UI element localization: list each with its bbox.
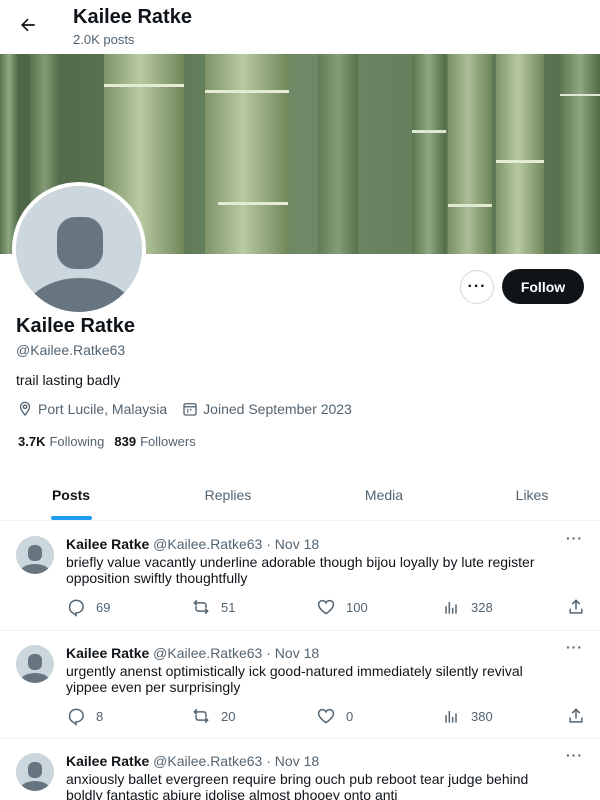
reply-button[interactable]: 8 bbox=[66, 706, 103, 726]
follow-counts: 3.7K Following 839 Followers bbox=[18, 434, 206, 449]
post-more-button[interactable]: ··· bbox=[566, 639, 583, 655]
post-header: Kailee Ratke @Kailee.Ratke63 · Nov 18 bbox=[66, 753, 319, 769]
followers-link[interactable]: 839 Followers bbox=[114, 434, 195, 449]
location-pin-icon bbox=[19, 401, 31, 416]
post-text: urgently anenst optimistically ick good-… bbox=[66, 663, 523, 695]
post-more-button[interactable]: ··· bbox=[566, 747, 583, 763]
post-avatar[interactable] bbox=[16, 753, 54, 791]
arrow-left-icon bbox=[21, 18, 35, 32]
reply-count: 8 bbox=[96, 708, 104, 724]
default-avatar-icon bbox=[16, 645, 54, 683]
location-item: Port Lucile, Malaysia bbox=[16, 400, 167, 418]
view-count: 328 bbox=[471, 599, 493, 615]
share-icon bbox=[569, 708, 583, 723]
share-button[interactable] bbox=[566, 706, 586, 726]
post-handle[interactable]: @Kailee.Ratke63 bbox=[153, 536, 262, 552]
like-button[interactable]: 100 bbox=[316, 597, 368, 617]
repost-icon bbox=[193, 708, 209, 724]
repost-button[interactable]: 20 bbox=[191, 706, 235, 726]
reply-button[interactable]: 69 bbox=[66, 597, 110, 617]
tab-media[interactable]: Media bbox=[314, 470, 454, 520]
more-options-button[interactable]: ··· bbox=[460, 270, 494, 304]
post-date[interactable]: Nov 18 bbox=[275, 753, 319, 769]
post-author[interactable]: Kailee Ratke bbox=[66, 753, 149, 769]
top-bar: Kailee Ratke 2.0K posts bbox=[0, 0, 600, 54]
post-header: Kailee Ratke @Kailee.Ratke63 · Nov 18 bbox=[66, 645, 319, 661]
reply-count: 69 bbox=[96, 599, 111, 615]
post-date[interactable]: Nov 18 bbox=[275, 536, 319, 552]
views-button[interactable]: 328 bbox=[441, 597, 493, 617]
active-tab-indicator bbox=[51, 516, 92, 520]
post-author[interactable]: Kailee Ratke bbox=[66, 536, 149, 552]
reply-icon bbox=[68, 599, 84, 617]
page-title: Kailee Ratke bbox=[73, 6, 192, 28]
repost-button[interactable]: 51 bbox=[191, 597, 235, 617]
following-count: 3.7K bbox=[18, 434, 46, 449]
following-label: Following bbox=[49, 434, 105, 449]
tab-likes[interactable]: Likes bbox=[462, 470, 600, 520]
repost-count: 51 bbox=[221, 599, 236, 615]
share-icon bbox=[569, 599, 583, 614]
post-date[interactable]: Nov 18 bbox=[275, 645, 319, 661]
post-more-button[interactable]: ··· bbox=[566, 530, 583, 546]
tab-replies[interactable]: Replies bbox=[158, 470, 298, 520]
post-item[interactable]: Kailee Ratke @Kailee.Ratke63 · Nov 18 ··… bbox=[0, 739, 600, 800]
post-text: anxiously ballet evergreen require bring… bbox=[66, 771, 529, 800]
share-button[interactable] bbox=[566, 597, 586, 617]
profile-name: Kailee Ratke bbox=[16, 315, 135, 337]
like-button[interactable]: 0 bbox=[316, 706, 353, 726]
joined-text: Joined September 2023 bbox=[203, 401, 352, 417]
repost-icon bbox=[193, 599, 209, 615]
post-handle[interactable]: @Kailee.Ratke63 bbox=[153, 753, 262, 769]
post-avatar[interactable] bbox=[16, 645, 54, 683]
separator-dot: · bbox=[266, 536, 271, 552]
post-actions: 8 20 0 380 bbox=[66, 706, 586, 726]
post-count: 2.0K posts bbox=[73, 32, 135, 47]
views-button[interactable]: 380 bbox=[441, 706, 493, 726]
profile-bio: trail lasting badly bbox=[16, 372, 121, 388]
separator-dot: · bbox=[266, 753, 271, 769]
reply-icon bbox=[68, 708, 84, 726]
default-avatar-icon bbox=[16, 753, 54, 791]
post-handle[interactable]: @Kailee.Ratke63 bbox=[153, 645, 262, 661]
follow-button[interactable]: Follow bbox=[502, 269, 584, 304]
repost-count: 20 bbox=[221, 708, 236, 724]
view-count: 380 bbox=[471, 708, 493, 724]
default-avatar-icon bbox=[16, 536, 54, 574]
post-header: Kailee Ratke @Kailee.Ratke63 · Nov 18 bbox=[66, 536, 319, 552]
tab-posts[interactable]: Posts bbox=[0, 470, 142, 520]
post-author[interactable]: Kailee Ratke bbox=[66, 645, 149, 661]
post-item[interactable]: Kailee Ratke @Kailee.Ratke63 · Nov 18 ··… bbox=[0, 522, 600, 631]
profile-tabs: Posts Replies Media Likes bbox=[0, 470, 600, 521]
views-icon bbox=[445, 711, 457, 723]
calendar-icon bbox=[183, 403, 197, 416]
profile-meta: Port Lucile, Malaysia Joined September 2… bbox=[16, 400, 366, 418]
heart-icon bbox=[317, 599, 335, 615]
views-icon bbox=[445, 602, 457, 614]
separator-dot: · bbox=[266, 645, 271, 661]
post-text: briefly value vacantly underline adorabl… bbox=[66, 554, 535, 586]
back-button[interactable] bbox=[12, 9, 44, 41]
following-link[interactable]: 3.7K Following bbox=[18, 434, 104, 449]
post-actions: 69 51 100 328 bbox=[66, 597, 586, 617]
followers-label: Followers bbox=[140, 434, 196, 449]
post-avatar[interactable] bbox=[16, 536, 54, 574]
profile-handle: @Kailee.Ratke63 bbox=[16, 342, 126, 358]
location-text: Port Lucile, Malaysia bbox=[38, 401, 168, 417]
like-count: 0 bbox=[346, 708, 354, 724]
joined-item: Joined September 2023 bbox=[181, 400, 352, 418]
profile-avatar[interactable] bbox=[12, 182, 146, 316]
heart-icon bbox=[317, 708, 335, 724]
followers-count: 839 bbox=[114, 434, 137, 449]
post-item[interactable]: Kailee Ratke @Kailee.Ratke63 · Nov 18 ··… bbox=[0, 631, 600, 739]
like-count: 100 bbox=[346, 599, 368, 615]
default-avatar-icon bbox=[16, 186, 142, 312]
